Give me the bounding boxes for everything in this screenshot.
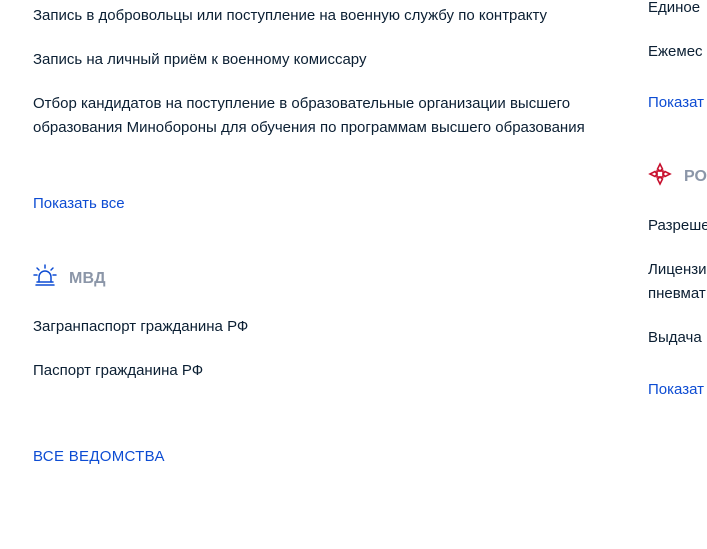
service-link-partial[interactable]: Лицензи	[648, 258, 707, 282]
service-link-university-selection[interactable]: Отбор кандидатов на поступление в образо…	[33, 92, 623, 140]
service-link-partial[interactable]: Ежемес	[648, 40, 703, 64]
service-link-partial-line2: пневмат	[648, 285, 706, 302]
all-departments-link[interactable]: ВСЕ ВЕДОМСТВА	[33, 445, 165, 469]
siren-icon	[33, 264, 57, 293]
service-link-commissar-appointment[interactable]: Запись на личный приём к военному комисс…	[33, 48, 366, 72]
show-all-link[interactable]: Показат	[648, 91, 704, 115]
rosgvardia-icon	[648, 162, 672, 191]
right-column: Единое Ежемес Показат РО Разреше Лицензи…	[648, 0, 707, 549]
department-header-mvd: МВД	[33, 264, 106, 293]
service-link-partial[interactable]: Выдача	[648, 326, 702, 350]
service-link-partial[interactable]: Разреше	[648, 214, 707, 238]
service-link-partial[interactable]: Единое	[648, 0, 700, 20]
service-link-foreign-passport[interactable]: Загранпаспорт гражданина РФ	[33, 315, 248, 339]
department-header-rosgvardia: РО	[648, 162, 707, 191]
department-title: МВД	[69, 269, 106, 287]
show-all-link[interactable]: Показать все	[33, 192, 125, 216]
show-all-link[interactable]: Показат	[648, 378, 704, 402]
service-link-volunteers[interactable]: Запись в добровольцы или поступление на …	[33, 4, 547, 28]
department-title: РО	[684, 167, 707, 185]
service-link-passport[interactable]: Паспорт гражданина РФ	[33, 359, 203, 383]
